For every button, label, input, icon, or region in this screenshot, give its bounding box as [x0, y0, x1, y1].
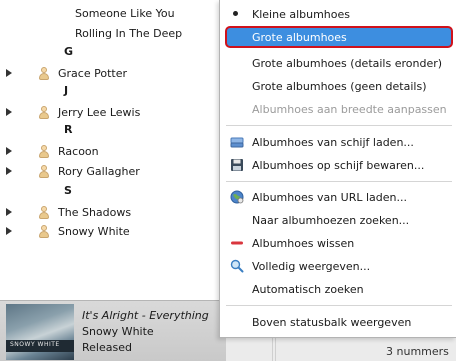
zoom-icon: [230, 259, 244, 273]
artist-label: Jerry Lee Lewis: [58, 105, 141, 119]
menu-item-small-cover[interactable]: Kleine albumhoes: [220, 3, 456, 25]
radio-bullet-icon: [233, 11, 238, 16]
track-artist: Snowy White: [82, 325, 154, 338]
menu-item-label: Albumhoes aan breedte aanpassen: [252, 102, 447, 116]
artist-icon: [38, 206, 50, 220]
track-title: It's Alright - Everything: [82, 309, 209, 322]
menu-item-label: Volledig weergeven...: [252, 259, 371, 273]
menu-separator: [226, 181, 452, 182]
menu-separator: [226, 305, 452, 306]
artist-label: Snowy White: [58, 224, 130, 238]
artist-label: The Shadows: [58, 205, 132, 219]
menu-separator: [226, 125, 452, 126]
menu-item-large-cover-no-details[interactable]: Grote albumhoes (geen details): [220, 75, 456, 97]
menu-item-label: Albumhoes wissen: [252, 236, 355, 250]
menu-item-save-to-disk[interactable]: Albumhoes op schijf bewaren...: [220, 154, 456, 176]
now-playing-panel: SNOWY WHITE It's Alright - Everything Sn…: [0, 300, 226, 361]
artist-icon: [38, 106, 50, 120]
menu-item-label: Automatisch zoeken: [252, 282, 364, 296]
menu-item-clear-cover[interactable]: Albumhoes wissen: [220, 232, 456, 254]
artist-icon: [38, 145, 50, 159]
tree-artist-row[interactable]: Grace Potter: [0, 63, 220, 83]
artist-label: Rory Gallagher: [58, 164, 140, 178]
tree-artist-row[interactable]: Snowy White: [0, 221, 220, 241]
artist-icon: [38, 165, 50, 179]
floppy-disk-icon: [231, 159, 243, 171]
tree-artist-row[interactable]: Jerry Lee Lewis: [0, 102, 220, 122]
menu-item-label: Grote albumhoes (geen details): [252, 79, 427, 93]
status-track-count: 3 nummers: [386, 345, 449, 358]
tree-song-row[interactable]: Rolling In The Deep: [75, 23, 182, 43]
artist-label: Grace Potter: [58, 66, 127, 80]
menu-item-show-above-statusbar[interactable]: Boven statusbalk weergeven: [220, 311, 456, 333]
tree-letter-header: R: [64, 119, 72, 139]
expand-arrow-icon[interactable]: [6, 147, 12, 155]
tree-artist-row[interactable]: Racoon: [0, 141, 220, 161]
expand-arrow-icon[interactable]: [6, 69, 12, 77]
letter-label: J: [64, 83, 69, 97]
menu-item-show-fullsize[interactable]: Volledig weergeven...: [220, 255, 456, 277]
menu-item-label: Boven statusbalk weergeven: [252, 315, 412, 329]
artist-label: Racoon: [58, 144, 99, 158]
artist-icon: [38, 225, 50, 239]
menu-item-load-from-url[interactable]: Albumhoes van URL laden...: [220, 186, 456, 208]
expand-arrow-icon[interactable]: [6, 167, 12, 175]
letter-label: G: [64, 44, 74, 58]
hard-drive-icon: [230, 137, 244, 148]
tree-letter-header: G: [64, 41, 73, 61]
letter-label: S: [64, 183, 72, 197]
artist-icon: [38, 67, 50, 81]
album-cover-context-menu: Kleine albumhoes Grote albumhoes Grote a…: [219, 0, 456, 338]
song-label: Rolling In The Deep: [75, 26, 183, 40]
track-album: Released: [82, 341, 132, 354]
menu-item-label: Naar albumhoezen zoeken...: [252, 213, 410, 227]
tree-artist-row[interactable]: Rory Gallagher: [0, 161, 220, 181]
menu-item-load-from-disk[interactable]: Albumhoes van schijf laden...: [220, 131, 456, 153]
menu-item-search-covers[interactable]: Naar albumhoezen zoeken...: [220, 209, 456, 231]
menu-item-label: Albumhoes van URL laden...: [252, 190, 407, 204]
menu-item-label: Albumhoes van schijf laden...: [252, 135, 414, 149]
menu-item-auto-search[interactable]: Automatisch zoeken: [220, 278, 456, 300]
library-tree: Someone Like You Rolling In The Deep G G…: [0, 0, 226, 300]
menu-item-label: Grote albumhoes: [252, 30, 347, 44]
menu-item-label: Grote albumhoes (details eronder): [252, 56, 443, 70]
expand-arrow-icon[interactable]: [6, 108, 12, 116]
song-label: Someone Like You: [75, 6, 175, 20]
menu-item-label: Albumhoes op schijf bewaren...: [252, 158, 425, 172]
letter-label: R: [64, 122, 73, 136]
tree-letter-header: J: [64, 80, 68, 100]
tree-song-row[interactable]: Someone Like You: [75, 3, 175, 23]
remove-icon: [231, 241, 243, 245]
expand-arrow-icon[interactable]: [6, 208, 12, 216]
globe-icon: [230, 190, 244, 204]
expand-arrow-icon[interactable]: [6, 227, 12, 235]
album-cover[interactable]: SNOWY WHITE: [6, 304, 74, 360]
tree-letter-header: S: [64, 180, 72, 200]
menu-item-large-cover-details-below[interactable]: Grote albumhoes (details eronder): [220, 52, 456, 74]
menu-item-large-cover[interactable]: Grote albumhoes: [225, 26, 453, 48]
tree-artist-row[interactable]: The Shadows: [0, 202, 220, 222]
menu-item-fit-cover-width: Albumhoes aan breedte aanpassen: [220, 98, 456, 120]
cover-text: SNOWY WHITE: [10, 341, 60, 348]
menu-item-label: Kleine albumhoes: [252, 7, 350, 21]
